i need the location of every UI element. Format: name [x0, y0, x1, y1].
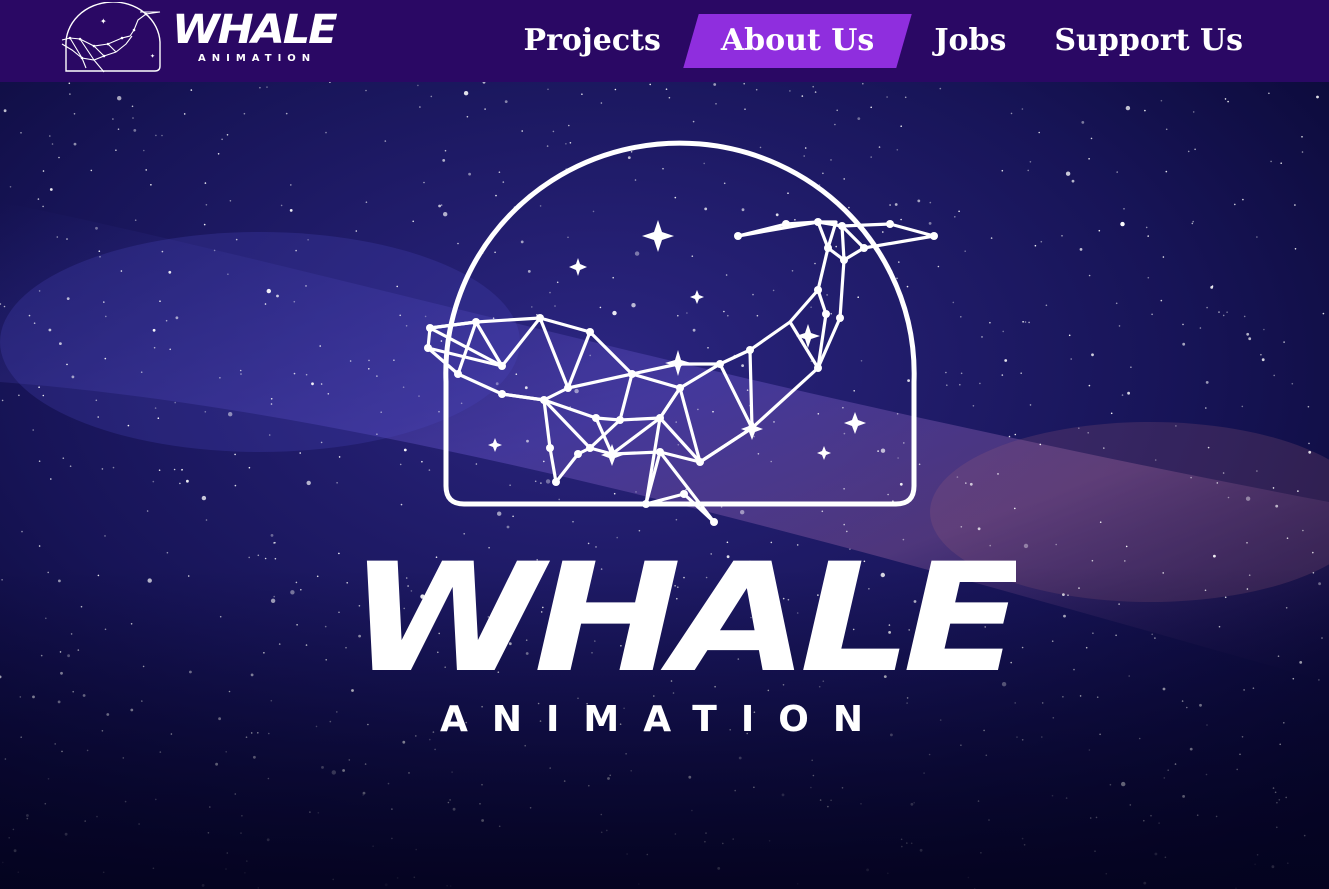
nav-jobs-label: Jobs — [934, 23, 1007, 58]
svg-text:✦: ✦ — [100, 17, 107, 26]
hero-title: WHALE — [348, 546, 1016, 682]
logo-tagline: ANIMATION — [198, 53, 317, 64]
hero-whale-wordmark: WHALE — [348, 546, 1016, 682]
logo-wordmark: WHALE — [172, 7, 338, 53]
nav-projects-link[interactable]: Projects — [500, 14, 685, 68]
svg-text:✦: ✦ — [150, 53, 155, 60]
nav-support-us-link[interactable]: Support Us — [1030, 14, 1267, 68]
hero-subtitle: ANIMATION — [440, 699, 887, 740]
nav-projects-label: Projects — [523, 23, 661, 58]
constellation-whale-icon — [424, 140, 938, 526]
nav-about-us-link[interactable]: About Us — [683, 14, 913, 68]
nav-support-us-label: Support Us — [1054, 23, 1243, 58]
hero-banner: WHALE ANIMATION — [0, 82, 1329, 889]
nav-jobs-link[interactable]: Jobs — [910, 14, 1030, 68]
main-navigation: Projects About Us Jobs Support Us — [500, 0, 1267, 82]
whale-logo-icon: ✦ ✦ — [61, 2, 161, 73]
top-navbar: ✦ ✦ WHALE ANIMATION Projects About Us Jo… — [0, 0, 1329, 82]
nav-about-us-label: About Us — [720, 23, 875, 58]
home-logo-link[interactable]: ✦ ✦ WHALE ANIMATION — [60, 2, 350, 76]
